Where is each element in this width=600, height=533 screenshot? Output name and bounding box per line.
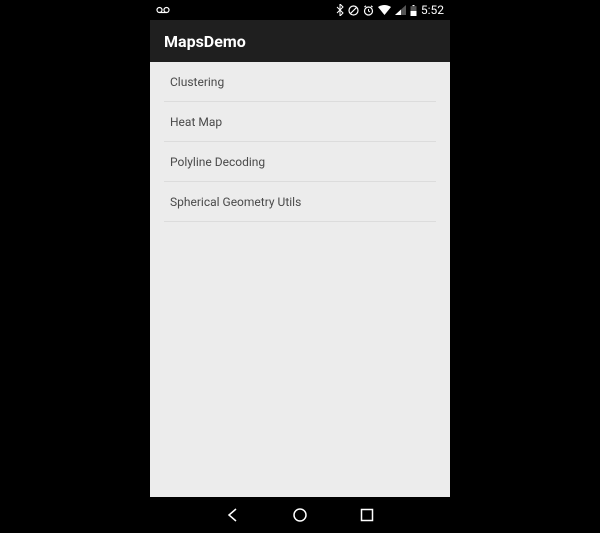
list-item-polyline-decoding[interactable]: Polyline Decoding	[164, 142, 436, 182]
list-item-clustering[interactable]: Clustering	[164, 62, 436, 102]
list-item-label: Polyline Decoding	[170, 155, 265, 169]
list-item-heat-map[interactable]: Heat Map	[164, 102, 436, 142]
battery-icon	[410, 5, 417, 16]
list-item-label: Heat Map	[170, 115, 222, 129]
alarm-icon	[363, 5, 374, 16]
back-icon	[225, 507, 241, 523]
app-bar: MapsDemo	[150, 20, 450, 62]
voicemail-icon	[156, 6, 170, 14]
wifi-icon	[378, 5, 391, 15]
list-container: Clustering Heat Map Polyline Decoding Sp…	[150, 62, 450, 497]
phone-screen: 5:52 MapsDemo Clustering Heat Map Polyli…	[150, 0, 450, 533]
list-item-label: Spherical Geometry Utils	[170, 195, 301, 209]
app-title: MapsDemo	[164, 32, 246, 51]
bluetooth-icon	[336, 4, 344, 16]
status-bar: 5:52	[150, 0, 450, 20]
recents-button[interactable]	[347, 497, 387, 533]
back-button[interactable]	[213, 497, 253, 533]
home-icon	[292, 507, 308, 523]
status-time: 5:52	[421, 3, 444, 17]
status-right: 5:52	[336, 3, 444, 17]
status-left	[156, 6, 170, 14]
do-not-disturb-icon	[348, 5, 359, 16]
recents-icon	[360, 508, 374, 522]
home-button[interactable]	[280, 497, 320, 533]
nav-bar	[150, 497, 450, 533]
signal-icon	[395, 5, 406, 15]
list-item-label: Clustering	[170, 75, 224, 89]
list-item-spherical-geometry-utils[interactable]: Spherical Geometry Utils	[164, 182, 436, 222]
